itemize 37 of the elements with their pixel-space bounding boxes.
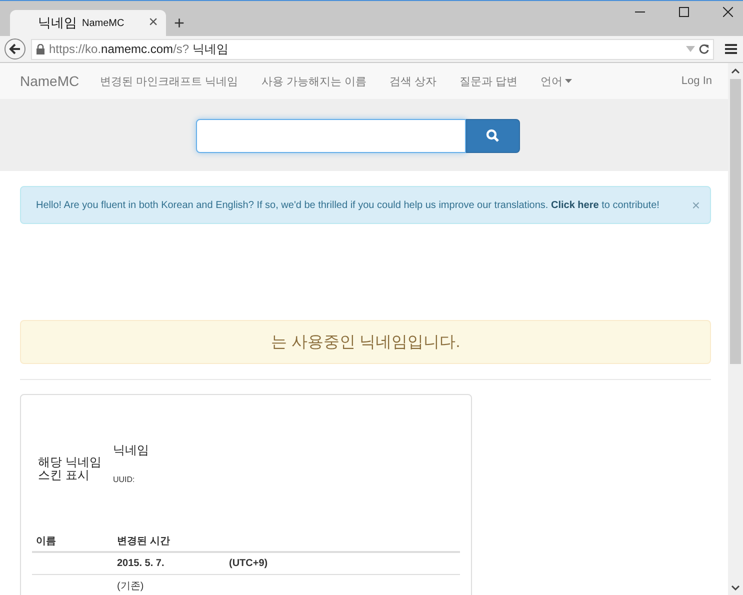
change-date: 2015. 5. 7. [117,558,164,569]
skin-label: 해당 닉네임 스킨 표시 [37,456,102,482]
contribute-link[interactable]: Click here [551,200,599,210]
profile-name: 닉네임 [113,442,149,459]
tab-close-button[interactable]: × [148,14,158,32]
reload-icon[interactable] [699,44,709,54]
timezone: (UTC+9) [229,558,268,569]
alert-close-button[interactable]: × [692,197,700,213]
alert-message: Hello! Are you fluent in both Korean and English? If so, we'd be thrilled if you could help us improve our translations. Click here to contribute! [36,200,660,210]
search-button[interactable] [466,118,520,152]
nav-link[interactable]: 언어 [540,74,572,88]
change-date: (기존) [117,580,144,592]
scrollbar-thumb[interactable] [730,79,741,364]
search-field[interactable] [196,118,466,152]
scroll-up-icon[interactable] [731,68,740,74]
search-icon [486,129,499,142]
column-header: 변경된 시간 [117,535,171,548]
scroll-down-icon[interactable] [731,585,740,591]
browser-tab[interactable]: 닉네임 NameMC × [10,10,166,36]
address-field[interactable]: https://ko.namemc.com/s? 닉네임 [31,38,714,60]
maximize-icon[interactable] [679,7,689,17]
lock-icon [36,44,45,54]
column-header: 이름 [35,535,57,548]
nav-link[interactable]: 변경된 마인크래프트 닉네임 [100,74,238,88]
caret-icon [564,79,572,83]
uuid-label: UUID: [113,475,136,484]
nav-link[interactable]: 사용 가능해지는 이름 [261,74,366,88]
status-banner: 는 사용중인 닉네임입니다. [20,320,711,364]
brand-link[interactable]: NameMC [20,73,80,89]
new-tab-button[interactable]: + [174,14,185,32]
nav-link[interactable]: 질문과 답변 [459,74,518,88]
scrollbar[interactable] [728,63,743,595]
menu-icon[interactable] [725,44,737,54]
back-icon[interactable] [4,38,26,60]
nav-link[interactable]: 검색 상자 [389,74,436,88]
login-link[interactable]: Log In [681,75,712,87]
close-icon[interactable] [723,7,733,17]
